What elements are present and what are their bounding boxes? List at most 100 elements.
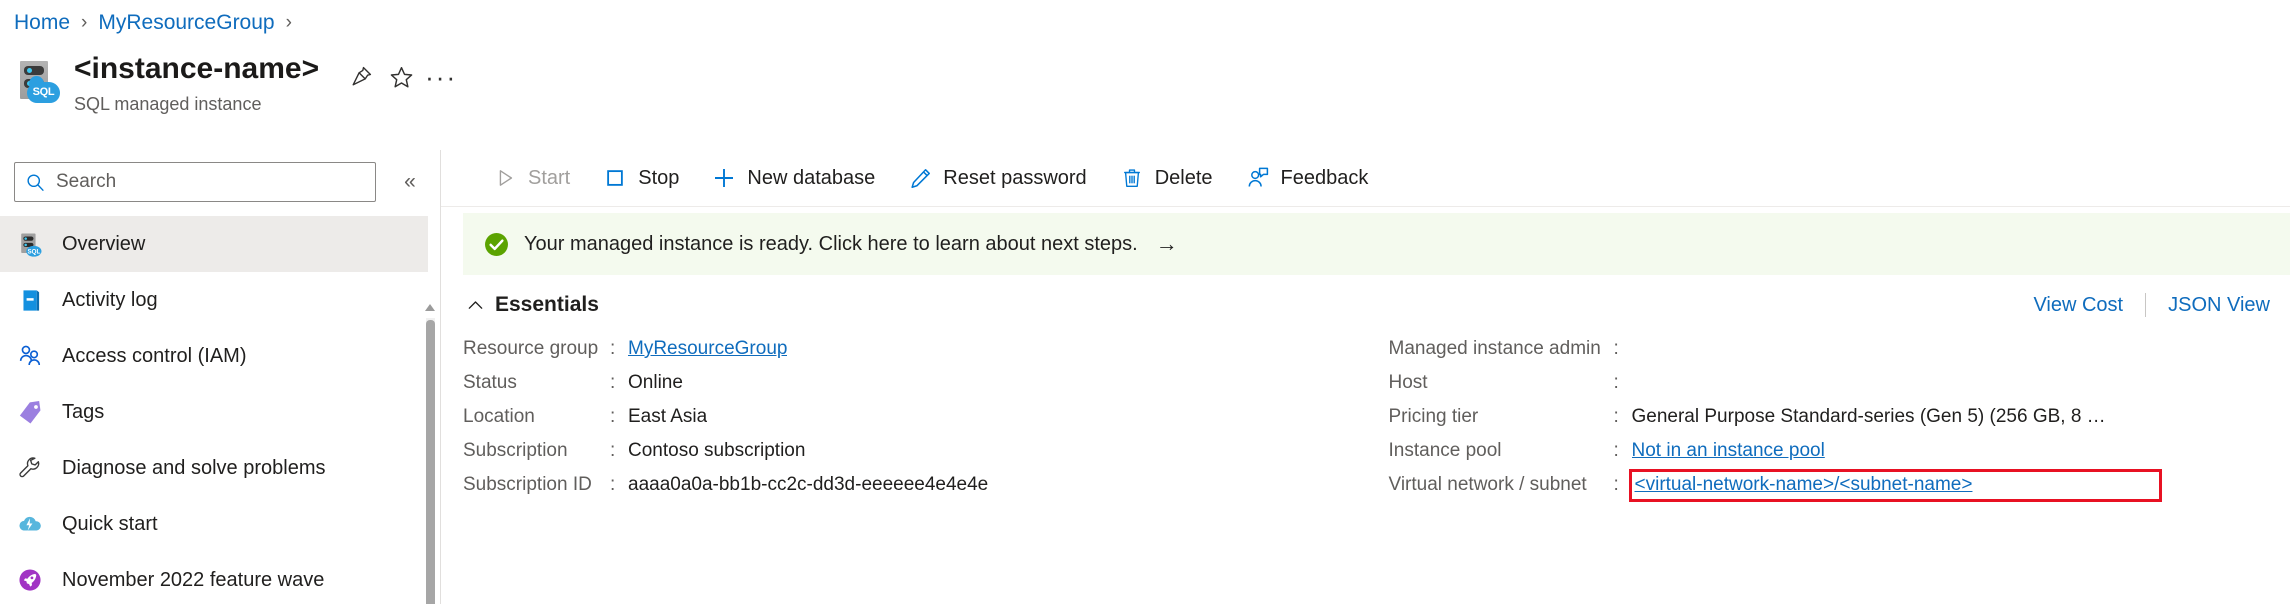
pencil-icon <box>907 165 933 191</box>
property-row-resource-group: Resource group : MyResourceGroup <box>463 332 1367 366</box>
property-key: Host <box>1388 372 1428 393</box>
property-key: Location <box>463 406 535 427</box>
essentials-left-column: Resource group : MyResourceGroup Status … <box>463 332 1367 502</box>
location-value: East Asia <box>628 406 708 427</box>
breadcrumb-item-home[interactable]: Home <box>14 11 70 35</box>
scroll-up-arrow-icon[interactable] <box>425 304 435 311</box>
new-database-button-label: New database <box>747 166 876 189</box>
play-triangle-icon <box>492 165 518 191</box>
start-button-label: Start <box>528 166 571 189</box>
sidebar-item-tags[interactable]: Tags <box>0 384 428 440</box>
arrow-right-icon: → <box>1155 231 1178 256</box>
property-row-subscription-id: Subscription ID : aaaa0a0a-bb1b-cc2c-dd3… <box>463 468 1367 502</box>
sidebar-item-activity-log[interactable]: Activity log <box>0 272 428 328</box>
pricing-tier-value: General Purpose Standard-series (Gen 5) … <box>1631 406 2106 427</box>
instance-pool-link[interactable]: Not in an instance pool <box>1632 440 1825 462</box>
property-colon: : <box>1613 440 1619 461</box>
property-row-virtual-network-subnet: Virtual network / subnet : <virtual-netw… <box>1389 468 2271 502</box>
search-icon <box>25 172 46 193</box>
property-key: Subscription <box>463 440 568 461</box>
virtual-network-subnet-link[interactable]: <virtual-network-name>/<subnet-name> <box>1628 468 2162 502</box>
new-database-button[interactable]: New database <box>699 156 887 200</box>
property-row-status: Status : Online <box>463 366 1367 400</box>
json-view-link[interactable]: JSON View <box>2168 294 2270 317</box>
start-button[interactable]: Start <box>480 156 582 200</box>
breadcrumb-separator: › <box>81 12 88 33</box>
property-row-host: Host : <box>1389 366 2271 400</box>
sidebar-item-label: Overview <box>62 232 146 255</box>
property-colon: : <box>610 338 616 359</box>
sidebar-item-diagnose[interactable]: Diagnose and solve problems <box>0 440 428 496</box>
search-input[interactable] <box>54 170 365 194</box>
essentials-toggle[interactable]: Essentials <box>463 293 599 317</box>
sidebar-search-row: « <box>14 162 430 202</box>
breadcrumb-separator: › <box>285 12 292 33</box>
feedback-person-icon <box>1245 165 1271 191</box>
sidebar-item-label: Diagnose and solve problems <box>62 456 326 479</box>
icon-badge-text: SQL <box>32 86 55 98</box>
property-key: Pricing tier <box>1388 406 1479 427</box>
sidebar-item-label: Quick start <box>62 512 158 535</box>
page-subtitle: SQL managed instance <box>74 94 262 114</box>
activity-log-icon <box>14 284 46 316</box>
sidebar-collapse-button[interactable]: « <box>390 162 430 202</box>
property-row-pricing-tier: Pricing tier : General Purpose Standard-… <box>1389 400 2271 434</box>
subscription-value: Contoso subscription <box>628 440 806 461</box>
property-colon: : <box>1613 406 1619 427</box>
status-value: Online <box>628 372 683 393</box>
plus-icon <box>711 165 737 191</box>
pin-button[interactable] <box>341 60 381 94</box>
favorite-button[interactable] <box>381 60 421 94</box>
title-actions: ··· <box>341 60 461 94</box>
feedback-button-label: Feedback <box>1280 166 1369 189</box>
sql-managed-instance-icon: SQL <box>14 58 60 104</box>
resource-group-link[interactable]: MyResourceGroup <box>628 338 787 360</box>
property-colon: : <box>610 372 616 393</box>
delete-button[interactable]: Delete <box>1107 156 1225 200</box>
property-colon: : <box>610 406 616 427</box>
sidebar-item-quick-start[interactable]: Quick start <box>0 496 428 552</box>
reset-password-button[interactable]: Reset password <box>895 156 1098 200</box>
toolbar-divider <box>441 206 2290 207</box>
subscription-id-value: aaaa0a0a-bb1b-cc2c-dd3d-eeeeee4e4e4e <box>628 474 989 495</box>
breadcrumb-item-resource-group[interactable]: MyResourceGroup <box>98 11 274 35</box>
more-button[interactable]: ··· <box>421 60 461 94</box>
property-row-managed-instance-admin: Managed instance admin : <box>1389 332 2271 366</box>
search-box[interactable] <box>14 162 376 202</box>
rocket-icon <box>14 564 46 596</box>
status-banner[interactable]: Your managed instance is ready. Click he… <box>463 213 2290 275</box>
success-check-icon <box>483 231 510 258</box>
sidebar-item-overview[interactable]: SQL Overview <box>0 216 428 272</box>
property-colon: : <box>1613 338 1619 359</box>
pin-icon <box>352 66 372 86</box>
sidebar-nav-list: SQL Overview Activity log Access control… <box>0 216 428 604</box>
property-row-location: Location : East Asia <box>463 400 1367 434</box>
access-control-icon <box>14 340 46 372</box>
sidebar-scrollbar[interactable] <box>423 302 437 604</box>
property-colon: : <box>1613 372 1619 393</box>
page-title: <instance-name> <box>74 52 320 85</box>
essentials-right-column: Managed instance admin : Host : Pricing … <box>1367 332 2271 502</box>
breadcrumb: Home › MyResourceGroup › <box>14 6 303 40</box>
status-banner-text: Your managed instance is ready. Click he… <box>524 232 1138 255</box>
page-header: SQL <instance-name> SQL managed instance <box>14 52 461 115</box>
sidebar-item-label: November 2022 feature wave <box>62 568 325 591</box>
chevron-double-left-icon: « <box>404 170 416 193</box>
tag-icon <box>14 396 46 428</box>
sidebar-item-access-control[interactable]: Access control (IAM) <box>0 328 428 384</box>
star-icon <box>390 66 412 87</box>
quick-start-cloud-icon <box>14 508 46 540</box>
sidebar-item-label: Access control (IAM) <box>62 344 247 367</box>
command-toolbar: Start Stop New database Reset password D… <box>441 150 2290 206</box>
scrollbar-thumb[interactable] <box>426 320 435 604</box>
essentials-title: Essentials <box>495 293 599 316</box>
view-cost-link[interactable]: View Cost <box>2033 294 2123 317</box>
property-colon: : <box>1613 474 1619 495</box>
stop-button[interactable]: Stop <box>590 156 691 200</box>
feedback-button[interactable]: Feedback <box>1233 156 1381 200</box>
essentials-grid: Resource group : MyResourceGroup Status … <box>463 332 2270 502</box>
azure-portal-page: Home › MyResourceGroup › SQL <instance-n… <box>0 0 2290 604</box>
sidebar: « SQL Overview <box>0 150 440 604</box>
stop-square-icon <box>602 165 628 191</box>
sidebar-item-feature-wave[interactable]: November 2022 feature wave <box>0 552 428 604</box>
